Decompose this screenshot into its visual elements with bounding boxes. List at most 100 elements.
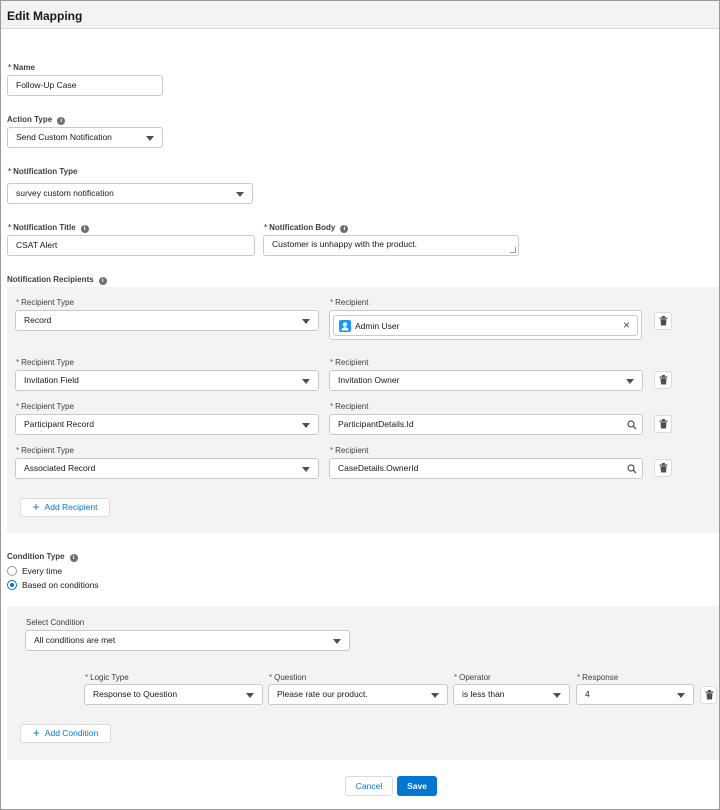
trash-icon (659, 316, 668, 326)
notification-type-value: survey custom notification (16, 188, 114, 198)
recipient-value: Invitation Owner (338, 375, 400, 385)
recipient-type-select[interactable]: Associated Record (15, 458, 319, 479)
operator-value: is less than (462, 689, 505, 699)
recipient-type-select[interactable]: Record (15, 310, 319, 331)
chevron-down-icon (333, 639, 341, 644)
chevron-down-icon (431, 693, 439, 698)
delete-recipient-button[interactable] (654, 371, 672, 389)
recipient-pill[interactable]: Admin User × (333, 315, 638, 336)
name-label: * Name (8, 63, 35, 72)
recipient-type-value: Participant Record (24, 419, 94, 429)
recipient-type-value: Invitation Field (24, 375, 79, 385)
response-label: * Response (577, 673, 619, 682)
recipient-type-label: * Recipient Type (16, 298, 74, 307)
info-icon: i (80, 225, 89, 233)
radio-based-on-conditions[interactable] (7, 580, 17, 590)
recipient-type-value: Record (24, 315, 52, 325)
notification-title-input[interactable]: CSAT Alert (7, 235, 255, 256)
plus-icon: + (32, 500, 40, 514)
notification-type-select[interactable]: survey custom notification (7, 183, 253, 204)
recipient-lookup[interactable]: Admin User × (329, 310, 642, 340)
select-condition-value: All conditions are met (34, 635, 116, 645)
action-type-select[interactable]: Send Custom Notification (7, 127, 163, 148)
question-select[interactable]: Please rate our product. (268, 684, 448, 705)
trash-icon (659, 419, 668, 429)
chevron-down-icon (246, 693, 254, 698)
modal-title: Edit Mapping (7, 9, 83, 23)
question-value: Please rate our product. (277, 689, 368, 699)
save-button[interactable]: Save (397, 776, 437, 796)
add-recipient-label: Add Recipient (44, 502, 98, 512)
recipient-label: * Recipient (330, 298, 369, 307)
chevron-down-icon (626, 379, 634, 384)
info-icon: i (57, 117, 66, 125)
recipient-type-value: Associated Record (24, 463, 96, 473)
chevron-down-icon (146, 136, 154, 141)
recipient-label: * Recipient (330, 358, 369, 367)
user-avatar-icon (339, 320, 351, 332)
notification-type-label: * Notification Type (8, 167, 78, 176)
radio-based-on-conditions-label: Based on conditions (22, 580, 99, 590)
response-value: 4 (585, 689, 590, 699)
trash-icon (659, 375, 668, 385)
delete-recipient-button[interactable] (654, 312, 672, 330)
notification-body-value: Customer is unhappy with the product. (272, 239, 418, 249)
notification-body-textarea[interactable]: Customer is unhappy with the product. (263, 235, 519, 256)
notification-body-label: * Notification Body i (264, 223, 349, 233)
search-icon (627, 464, 637, 474)
logic-type-value: Response to Question (93, 689, 178, 699)
chevron-down-icon (302, 423, 310, 428)
operator-select[interactable]: is less than (453, 684, 570, 705)
recipient-pill-label: Admin User (355, 321, 400, 331)
radio-every-time-label: Every time (22, 566, 63, 576)
action-type-value: Send Custom Notification (16, 132, 112, 142)
plus-icon: + (32, 726, 40, 740)
recipient-label: * Recipient (330, 446, 369, 455)
cancel-button[interactable]: Cancel (345, 776, 393, 796)
notification-recipients-label: Notification Recipients i (7, 275, 107, 285)
select-condition-label: Select Condition (26, 618, 85, 627)
chevron-down-icon (553, 693, 561, 698)
recipient-type-label: * Recipient Type (16, 358, 74, 367)
question-label: * Question (269, 673, 307, 682)
logic-type-select[interactable]: Response to Question (84, 684, 263, 705)
select-condition-select[interactable]: All conditions are met (25, 630, 350, 651)
recipient-label: * Recipient (330, 402, 369, 411)
recipient-search-input[interactable]: ParticipantDetails.Id (329, 414, 643, 435)
delete-condition-button[interactable] (700, 686, 717, 704)
recipient-search-input[interactable]: CaseDetails.OwnerId (329, 458, 643, 479)
info-icon: i (98, 277, 107, 285)
radio-every-time[interactable] (7, 566, 17, 576)
trash-icon (705, 690, 714, 700)
chevron-down-icon (302, 379, 310, 384)
resize-handle-icon[interactable] (510, 247, 516, 253)
notification-title-label: * Notification Title i (8, 223, 89, 233)
logic-type-label: * Logic Type (85, 673, 129, 682)
recipient-value: ParticipantDetails.Id (338, 419, 414, 429)
add-recipient-button[interactable]: + Add Recipient (20, 498, 110, 517)
response-select[interactable]: 4 (576, 684, 694, 705)
modal-header: Edit Mapping (1, 1, 719, 29)
chevron-down-icon (677, 693, 685, 698)
recipient-type-select[interactable]: Invitation Field (15, 370, 319, 391)
operator-label: * Operator (454, 673, 491, 682)
name-input[interactable]: Follow-Up Case (7, 75, 163, 96)
recipient-type-label: * Recipient Type (16, 402, 74, 411)
close-icon[interactable]: × (623, 318, 630, 332)
trash-icon (659, 463, 668, 473)
info-icon: i (340, 225, 349, 233)
chevron-down-icon (236, 192, 244, 197)
chevron-down-icon (302, 319, 310, 324)
recipient-select[interactable]: Invitation Owner (329, 370, 643, 391)
delete-recipient-button[interactable] (654, 415, 672, 433)
info-icon: i (69, 554, 78, 562)
add-condition-button[interactable]: + Add Condition (20, 724, 111, 743)
action-type-label: Action Type i (7, 115, 66, 125)
chevron-down-icon (302, 467, 310, 472)
recipient-type-select[interactable]: Participant Record (15, 414, 319, 435)
condition-type-label: Condition Type i (7, 552, 78, 562)
add-condition-label: Add Condition (44, 728, 99, 738)
delete-recipient-button[interactable] (654, 459, 672, 477)
recipient-type-label: * Recipient Type (16, 446, 74, 455)
search-icon (627, 420, 637, 430)
